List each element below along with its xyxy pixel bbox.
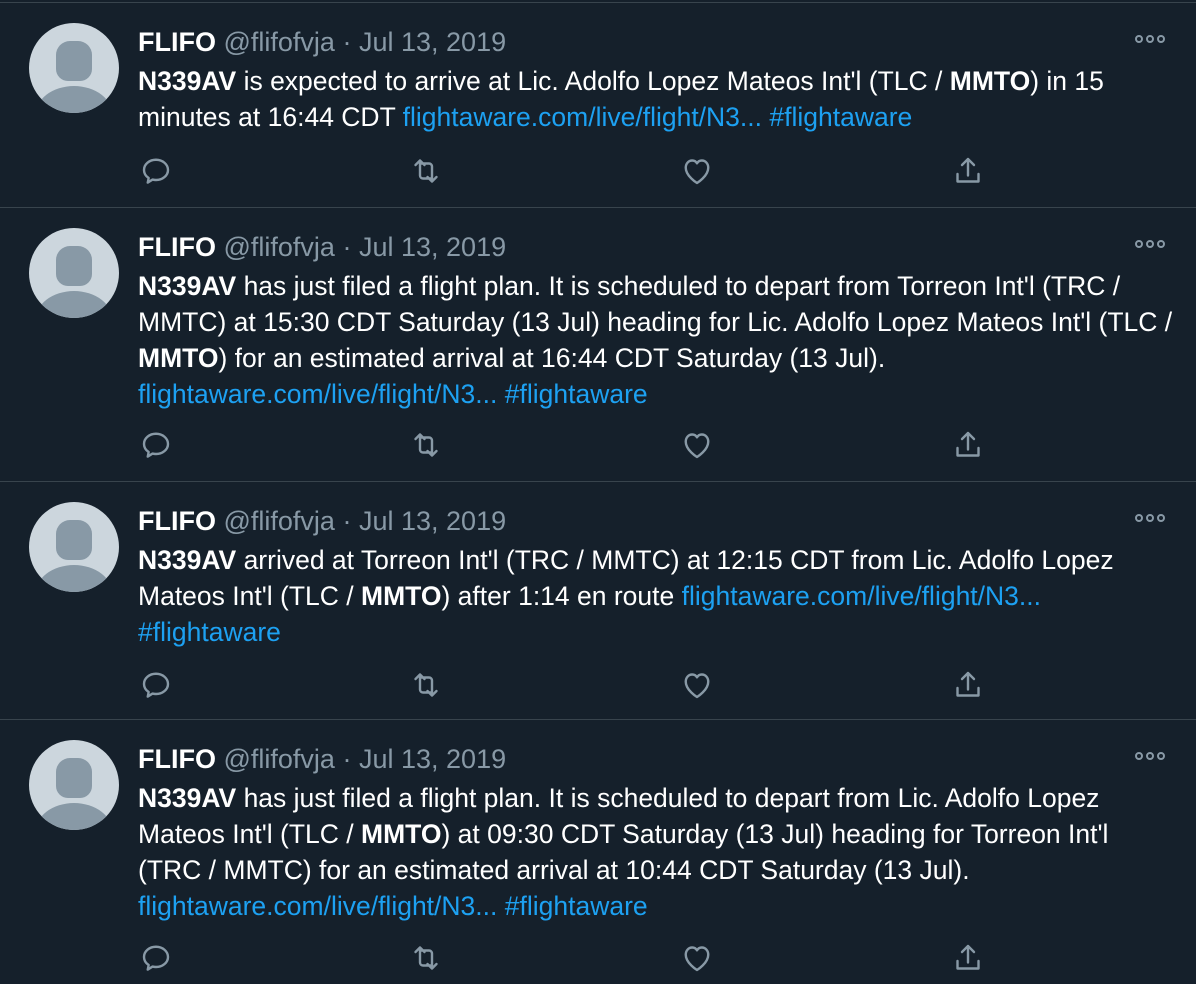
avatar[interactable] xyxy=(29,502,119,592)
like-icon[interactable] xyxy=(679,940,715,976)
more-icon[interactable] xyxy=(1134,29,1166,49)
tweet-text: N339AV arrived at Torreon Int'l (TRC / M… xyxy=(138,542,1178,650)
display-name[interactable]: FLIFO xyxy=(138,744,216,774)
airport-code[interactable]: MMTO xyxy=(361,819,441,849)
display-name[interactable]: FLIFO xyxy=(138,232,216,262)
tweet-text: N339AV is expected to arrive at Lic. Ado… xyxy=(138,63,1178,135)
tweet-date[interactable]: Jul 13, 2019 xyxy=(359,506,506,536)
reply-icon[interactable] xyxy=(138,153,174,189)
airport-code[interactable]: MMTO xyxy=(138,343,218,373)
user-handle[interactable]: @flifofvja xyxy=(224,744,335,774)
text-segment: ) for an estimated arrival at 16:44 CDT … xyxy=(218,343,886,373)
tweet-feed: FLIFO @flifofvja · Jul 13, 2019 N339AV i… xyxy=(0,0,1196,984)
avatar-shoulders-shape xyxy=(35,291,113,318)
separator-dot: · xyxy=(342,506,352,536)
user-handle[interactable]: @flifofvja xyxy=(224,27,335,57)
tweet[interactable]: FLIFO @flifofvja · Jul 13, 2019 N339AV i… xyxy=(0,2,1196,207)
avatar-head-shape xyxy=(56,246,92,286)
tweet-actions xyxy=(138,667,988,703)
avatar-head-shape xyxy=(56,758,92,798)
reply-icon[interactable] xyxy=(138,940,174,976)
hashtag-link[interactable]: #flightaware xyxy=(505,379,648,409)
tail-number[interactable]: N339AV xyxy=(138,783,236,813)
share-icon[interactable] xyxy=(950,427,986,463)
tweet-actions xyxy=(138,153,988,189)
retweet-icon[interactable] xyxy=(408,940,444,976)
tail-number[interactable]: N339AV xyxy=(138,66,236,96)
tweet-actions xyxy=(138,940,988,976)
tweet[interactable]: FLIFO @flifofvja · Jul 13, 2019 N339AV h… xyxy=(0,207,1196,481)
tweet-text: N339AV has just filed a flight plan. It … xyxy=(138,268,1178,412)
display-name[interactable]: FLIFO xyxy=(138,506,216,536)
tweet-date[interactable]: Jul 13, 2019 xyxy=(359,232,506,262)
share-icon[interactable] xyxy=(950,153,986,189)
user-handle[interactable]: @flifofvja xyxy=(224,506,335,536)
hashtag-link[interactable]: #flightaware xyxy=(505,891,648,921)
tweet-header: FLIFO @flifofvja · Jul 13, 2019 xyxy=(138,504,506,538)
tweet[interactable]: FLIFO @flifofvja · Jul 13, 2019 N339AV a… xyxy=(0,481,1196,719)
tweet-header: FLIFO @flifofvja · Jul 13, 2019 xyxy=(138,742,506,776)
separator-dot: · xyxy=(342,232,352,262)
tweet-text: N339AV has just filed a flight plan. It … xyxy=(138,780,1178,924)
more-icon[interactable] xyxy=(1134,234,1166,254)
retweet-icon[interactable] xyxy=(408,153,444,189)
like-icon[interactable] xyxy=(679,427,715,463)
more-icon[interactable] xyxy=(1134,508,1166,528)
tweet-actions xyxy=(138,427,988,463)
display-name[interactable]: FLIFO xyxy=(138,27,216,57)
hashtag-link[interactable]: #flightaware xyxy=(138,617,281,647)
flightaware-link[interactable]: flightaware.com/live/flight/N3... xyxy=(138,379,497,409)
avatar-shoulders-shape xyxy=(35,86,113,113)
retweet-icon[interactable] xyxy=(408,667,444,703)
separator-dot: · xyxy=(342,744,352,774)
tweet-header: FLIFO @flifofvja · Jul 13, 2019 xyxy=(138,230,506,264)
flightaware-link[interactable]: flightaware.com/live/flight/N3... xyxy=(403,102,762,132)
avatar[interactable] xyxy=(29,228,119,318)
tail-number[interactable]: N339AV xyxy=(138,545,236,575)
reply-icon[interactable] xyxy=(138,667,174,703)
share-icon[interactable] xyxy=(950,940,986,976)
like-icon[interactable] xyxy=(679,667,715,703)
avatar-shoulders-shape xyxy=(35,565,113,592)
like-icon[interactable] xyxy=(679,153,715,189)
airport-code[interactable]: MMTO xyxy=(361,581,441,611)
text-segment: has just filed a flight plan. It is sche… xyxy=(138,271,1173,337)
avatar-head-shape xyxy=(56,41,92,81)
separator-dot: · xyxy=(342,27,352,57)
user-handle[interactable]: @flifofvja xyxy=(224,232,335,262)
text-segment: ) after 1:14 en route xyxy=(441,581,682,611)
avatar[interactable] xyxy=(29,23,119,113)
flightaware-link[interactable]: flightaware.com/live/flight/N3... xyxy=(138,891,497,921)
hashtag-link[interactable]: #flightaware xyxy=(769,102,912,132)
avatar-head-shape xyxy=(56,520,92,560)
flightaware-link[interactable]: flightaware.com/live/flight/N3... xyxy=(682,581,1041,611)
tail-number[interactable]: N339AV xyxy=(138,271,236,301)
tweet-date[interactable]: Jul 13, 2019 xyxy=(359,744,506,774)
share-icon[interactable] xyxy=(950,667,986,703)
avatar[interactable] xyxy=(29,740,119,830)
text-segment: is expected to arrive at Lic. Adolfo Lop… xyxy=(236,66,950,96)
tweet-header: FLIFO @flifofvja · Jul 13, 2019 xyxy=(138,25,506,59)
tweet[interactable]: FLIFO @flifofvja · Jul 13, 2019 N339AV h… xyxy=(0,719,1196,984)
tweet-date[interactable]: Jul 13, 2019 xyxy=(359,27,506,57)
avatar-shoulders-shape xyxy=(35,803,113,830)
reply-icon[interactable] xyxy=(138,427,174,463)
airport-code[interactable]: MMTO xyxy=(950,66,1030,96)
more-icon[interactable] xyxy=(1134,746,1166,766)
retweet-icon[interactable] xyxy=(408,427,444,463)
